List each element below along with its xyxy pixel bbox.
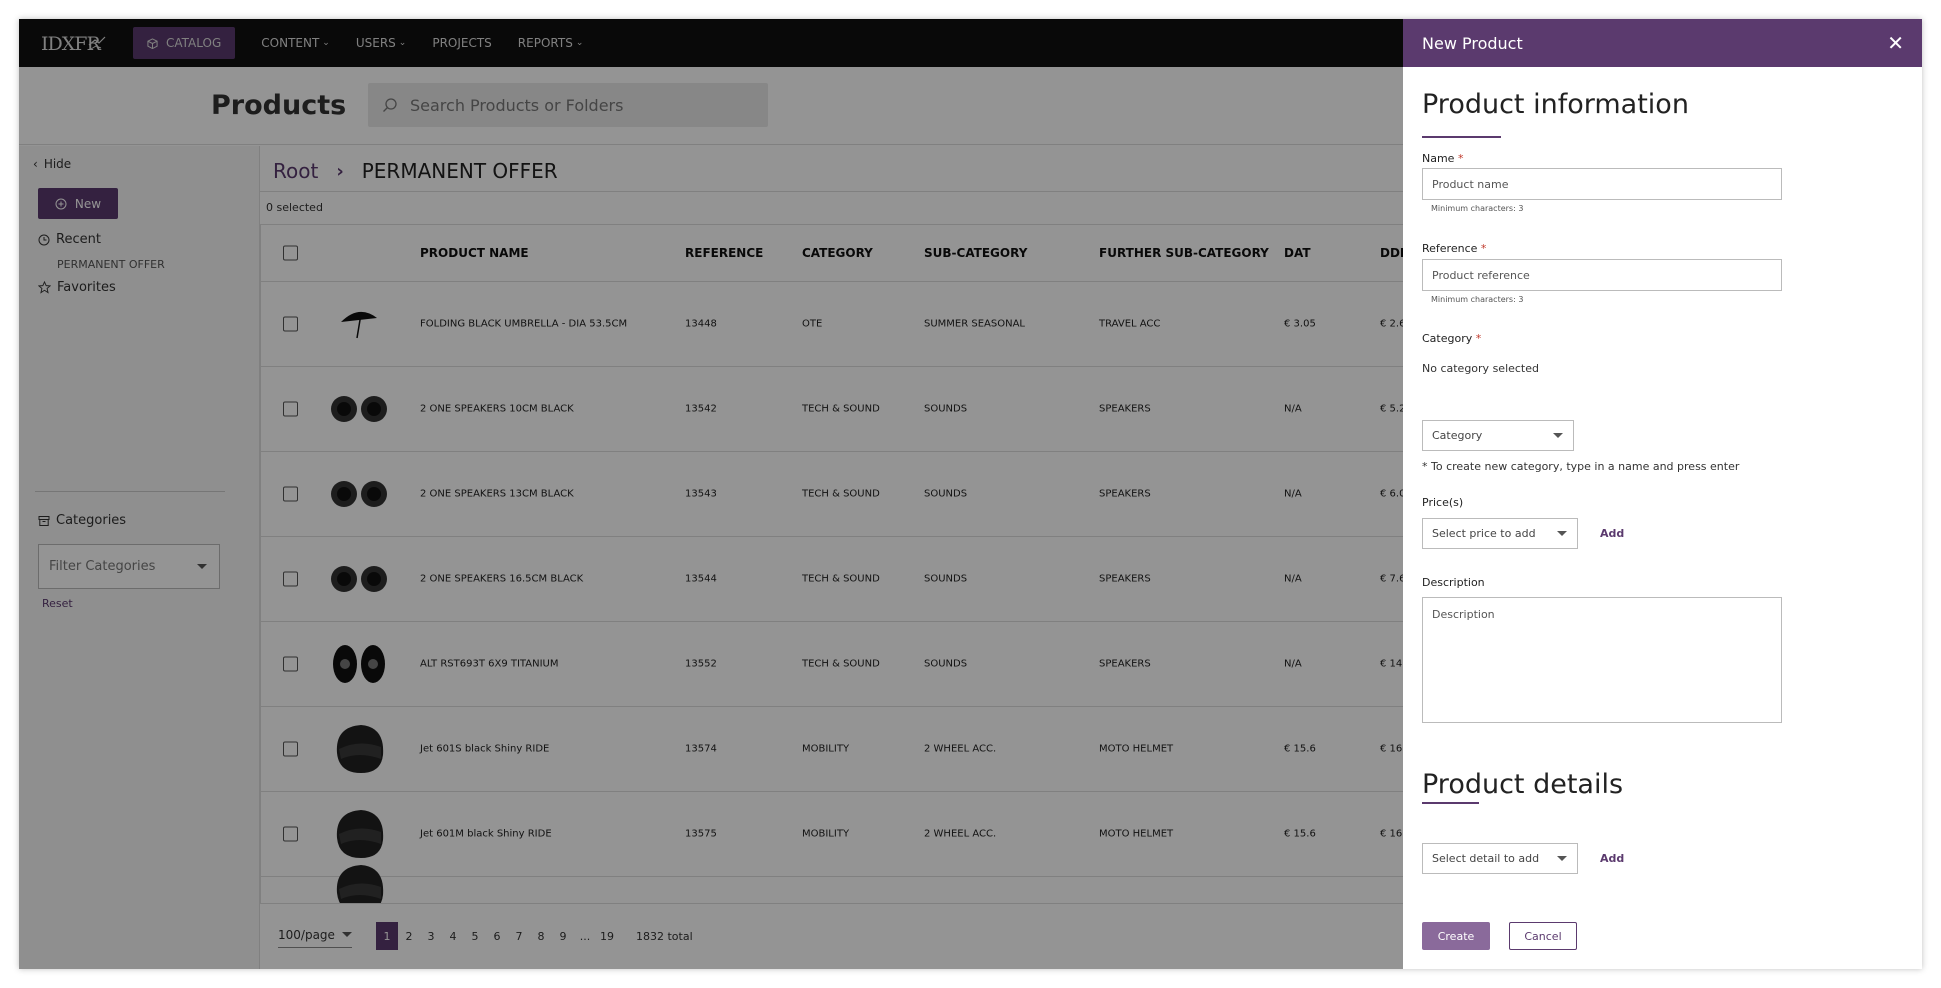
create-button[interactable]: Create <box>1422 922 1490 950</box>
category-dropdown-value: Category <box>1432 429 1483 442</box>
product-reference-placeholder: Product reference <box>1432 268 1530 282</box>
new-product-panel: New Product ✕ Product information Name *… <box>1403 19 1922 969</box>
panel-title: New Product <box>1422 33 1523 53</box>
product-name-placeholder: Product name <box>1432 177 1509 191</box>
section-underline <box>1422 802 1479 804</box>
reference-min-chars-hint: Minimum characters: 3 <box>1431 295 1524 304</box>
caret-down-icon <box>1557 856 1567 861</box>
name-label-text: Name <box>1422 152 1455 165</box>
category-dropdown[interactable]: Category <box>1422 420 1574 451</box>
product-reference-input[interactable]: Product reference <box>1422 259 1782 291</box>
app-window: IDXFR CATALOG CONTENT ⌄ USERS ⌄ PROJECTS R… <box>19 19 1922 969</box>
add-detail-button[interactable]: Add <box>1600 852 1624 865</box>
category-label: Category * <box>1422 332 1481 345</box>
app: IDXFR CATALOG CONTENT ⌄ USERS ⌄ PROJECTS R… <box>19 19 1922 969</box>
detail-select[interactable]: Select detail to add <box>1422 843 1578 874</box>
close-icon[interactable]: ✕ <box>1887 31 1904 55</box>
price-select[interactable]: Select price to add <box>1422 518 1578 549</box>
section-title-product-details: Product details <box>1422 769 1624 800</box>
name-label: Name * <box>1422 152 1463 165</box>
no-category-text: No category selected <box>1422 362 1539 375</box>
detail-select-value: Select detail to add <box>1432 852 1540 865</box>
required-marker: * <box>1475 332 1482 345</box>
description-placeholder: Description <box>1432 608 1495 621</box>
prices-label: Price(s) <box>1422 496 1464 509</box>
panel-header: New Product ✕ <box>1403 19 1922 67</box>
product-name-input[interactable]: Product name <box>1422 168 1782 200</box>
caret-down-icon <box>1553 433 1563 438</box>
caret-down-icon <box>1557 531 1567 536</box>
required-marker: * <box>1480 242 1487 255</box>
section-title-product-information: Product information <box>1422 89 1689 120</box>
section-underline <box>1422 136 1501 138</box>
description-label: Description <box>1422 576 1485 589</box>
reference-label: Reference * <box>1422 242 1486 255</box>
cancel-button[interactable]: Cancel <box>1509 922 1577 950</box>
category-create-note: * To create new category, type in a name… <box>1422 460 1740 473</box>
reference-label-text: Reference <box>1422 242 1478 255</box>
name-min-chars-hint: Minimum characters: 3 <box>1431 204 1524 213</box>
add-price-button[interactable]: Add <box>1600 527 1624 540</box>
modal-overlay[interactable] <box>19 19 1403 969</box>
price-select-value: Select price to add <box>1432 527 1536 540</box>
description-textarea[interactable]: Description <box>1422 597 1782 723</box>
required-marker: * <box>1457 152 1464 165</box>
category-label-text: Category <box>1422 332 1473 345</box>
